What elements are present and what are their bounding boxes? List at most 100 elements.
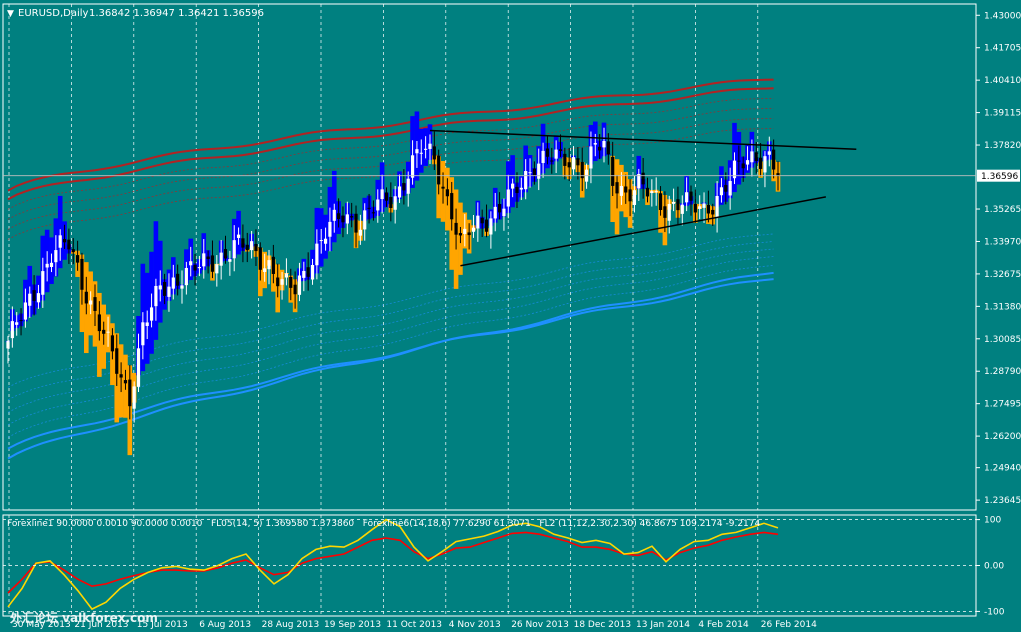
candle-body — [511, 183, 515, 189]
candle-body — [123, 380, 128, 384]
candle-body — [767, 151, 771, 155]
candle-body — [558, 149, 563, 151]
candle-body — [341, 215, 345, 223]
candle-body — [184, 267, 188, 286]
candle-body — [741, 163, 745, 169]
candle-body — [358, 229, 362, 236]
candle-body — [354, 213, 358, 233]
candle-body — [489, 218, 493, 235]
candle-body — [458, 233, 463, 236]
candle-body — [293, 284, 297, 295]
candle-body — [19, 320, 23, 322]
candle-body — [441, 186, 445, 189]
y-tick-label: 1.30085 — [984, 335, 1021, 345]
candle-body — [193, 264, 197, 271]
candle-body — [263, 268, 267, 272]
candle-body — [49, 262, 54, 268]
candle-body — [332, 209, 336, 221]
candle-body — [250, 241, 254, 251]
candle-body — [602, 140, 606, 148]
candle-body — [702, 203, 706, 208]
candle-body — [541, 150, 545, 164]
candle-body — [315, 243, 319, 266]
x-tick-label: 4 Feb 2014 — [698, 620, 749, 630]
candle-body — [693, 203, 697, 213]
ohlc-values: 1.36842 1.36947 1.36421 1.36596 — [89, 8, 264, 19]
candle-body — [371, 212, 376, 214]
candle-body — [419, 152, 423, 154]
candle-body — [654, 191, 658, 193]
candle-body — [228, 259, 232, 262]
candle-body — [41, 271, 45, 295]
y-tick-label: 1.32675 — [984, 270, 1021, 280]
candle-body — [497, 204, 502, 213]
candle-body — [519, 187, 523, 190]
candle-body — [480, 217, 484, 224]
candle-body — [284, 273, 289, 278]
candle-body — [476, 215, 480, 229]
candle-body — [410, 155, 415, 178]
x-tick-label: 26 Nov 2013 — [511, 620, 569, 630]
candle-body — [80, 258, 84, 290]
collapse-arrow-icon[interactable]: ▼ — [7, 9, 14, 19]
candle-body — [97, 314, 101, 332]
candle-body — [545, 148, 550, 157]
candle-body — [528, 172, 532, 174]
candle-body — [189, 261, 193, 266]
y-tick-label: 1.28790 — [984, 367, 1021, 377]
candle-body — [119, 374, 123, 378]
y-tick-label: 1.37820 — [984, 141, 1021, 151]
x-tick-label: 28 Aug 2013 — [262, 620, 320, 630]
candle-body — [136, 348, 141, 387]
candle-body — [663, 206, 667, 218]
candle-body — [84, 291, 88, 304]
candle-body — [415, 149, 419, 154]
osc-tick-label: -100 — [984, 607, 1005, 617]
candle-body — [776, 173, 780, 176]
candle-body — [537, 163, 541, 179]
candle-body — [141, 322, 145, 346]
candle-body — [719, 187, 724, 196]
symbol-label: EURUSD,Daily — [18, 8, 89, 19]
candle-body — [76, 255, 80, 263]
indicator-legend: Forexline1 90.0000 0.0010 90.0000 0.0010… — [7, 519, 761, 529]
candle-body — [667, 204, 671, 221]
candle-body — [389, 197, 393, 208]
candle-body — [471, 227, 476, 232]
candle-body — [215, 264, 219, 274]
candle-body — [306, 267, 310, 277]
candle-body — [171, 277, 175, 289]
candle-body — [515, 186, 519, 194]
candle-body — [763, 156, 767, 173]
candle-body — [23, 302, 28, 320]
candle-body — [45, 263, 49, 268]
candle-body — [641, 172, 645, 185]
candle-body — [337, 213, 341, 220]
candle-body — [210, 255, 215, 272]
candle-body — [376, 199, 380, 211]
candle-body — [493, 206, 497, 219]
candle-body — [711, 209, 715, 215]
candle-body — [145, 322, 149, 326]
candle-body — [302, 270, 306, 278]
candle-body — [219, 252, 223, 266]
candle-body — [10, 321, 14, 339]
candle-body — [328, 221, 332, 237]
candle-body — [445, 189, 449, 197]
candle-body — [685, 192, 689, 203]
candle-body — [110, 335, 115, 352]
candle-body — [754, 152, 758, 161]
candle-body — [393, 196, 397, 210]
y-tick-label: 1.35265 — [984, 205, 1021, 215]
candle-body — [406, 178, 410, 194]
candle-body — [698, 206, 702, 209]
y-tick-label: 1.39115 — [984, 109, 1021, 119]
candle-body — [532, 168, 536, 176]
candle-body — [484, 219, 489, 232]
candle-body — [632, 190, 637, 205]
candle-body — [432, 146, 436, 160]
y-tick-label: 1.24940 — [984, 464, 1021, 474]
candle-body — [454, 222, 458, 235]
candle-body — [502, 208, 506, 217]
candle-body — [58, 235, 62, 248]
